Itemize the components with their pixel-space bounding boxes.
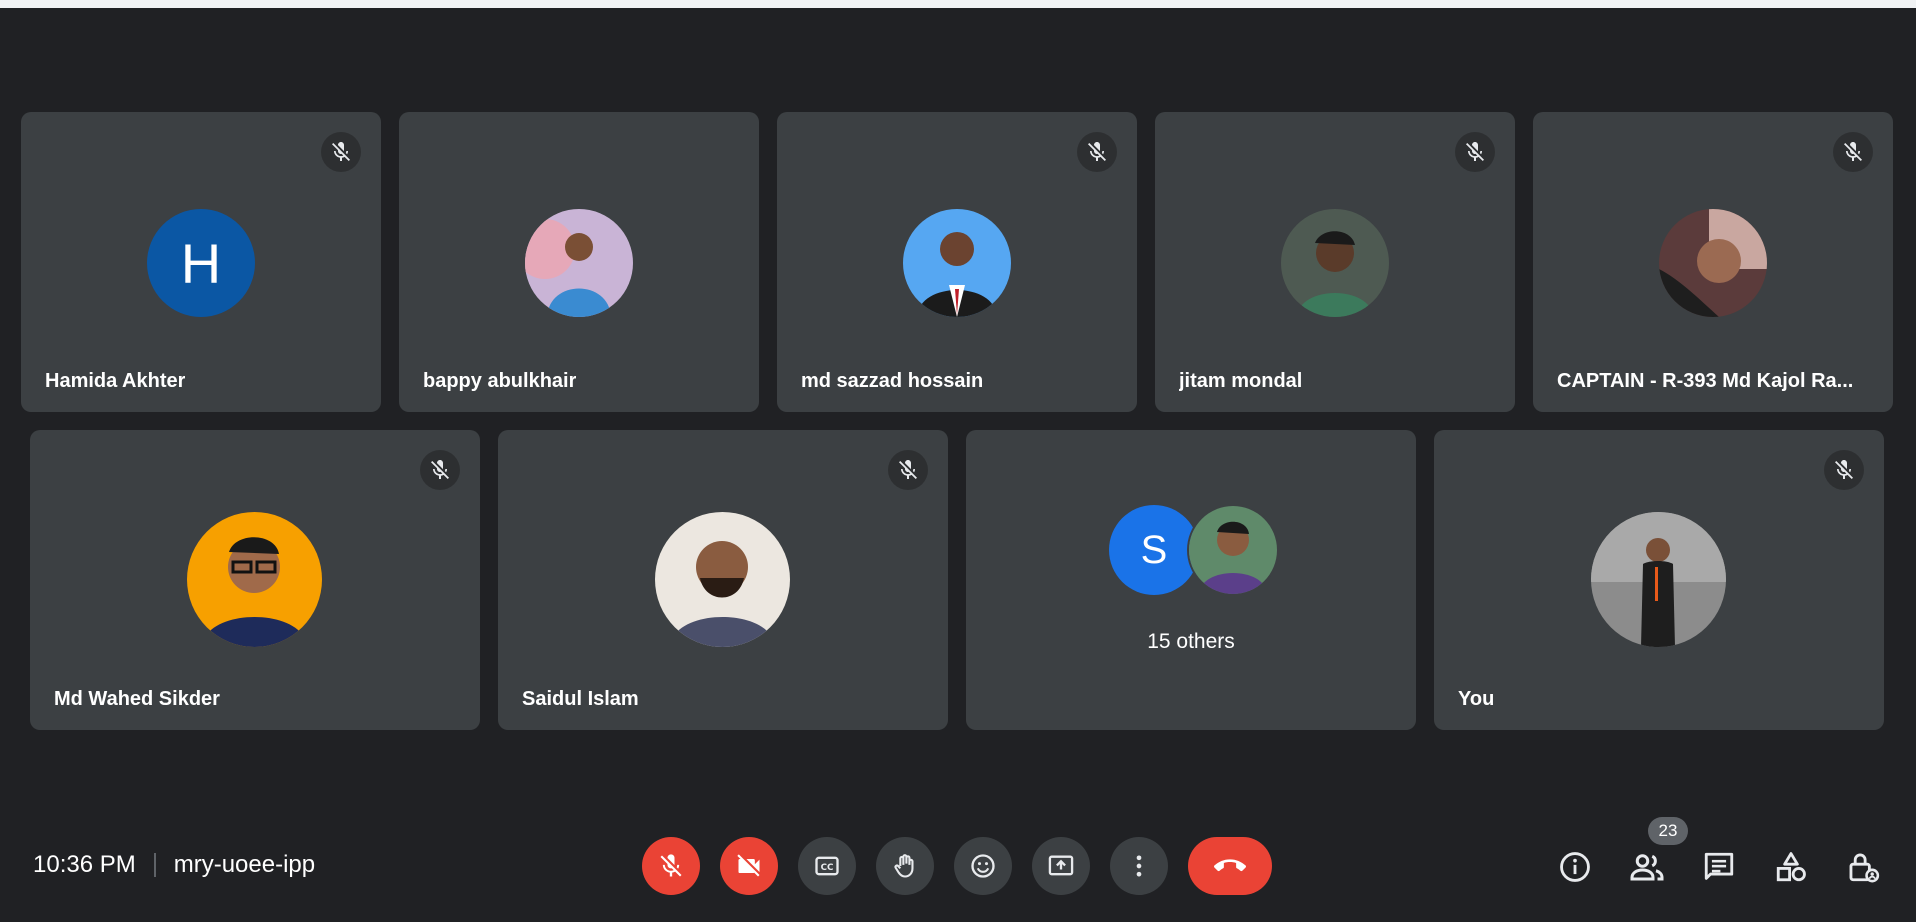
- participant-name: You: [1458, 688, 1495, 710]
- avatar: H: [147, 209, 255, 317]
- mic-muted-icon: [420, 450, 460, 490]
- host-controls-button[interactable]: [1841, 845, 1885, 889]
- present-button[interactable]: [1032, 837, 1090, 895]
- people-button[interactable]: [1625, 845, 1669, 889]
- mic-muted-icon: [1455, 132, 1495, 172]
- participant-tile[interactable]: CAPTAIN - R-393 Md Kajol Ra...: [1533, 112, 1893, 412]
- more-options-button[interactable]: [1110, 837, 1168, 895]
- meeting-details: 10:36 PM mry-uoee-ipp: [33, 848, 315, 882]
- avatar: S: [1109, 505, 1199, 595]
- meeting-code: mry-uoee-ipp: [173, 851, 316, 878]
- participant-tile-self[interactable]: You: [1434, 430, 1884, 730]
- avatar: [1591, 512, 1726, 647]
- mic-off-icon: [660, 854, 682, 877]
- activities-icon: [1776, 852, 1806, 882]
- divider: [153, 853, 156, 877]
- participant-name: jitam mondal: [1179, 370, 1303, 392]
- participant-name: Md Wahed Sikder: [54, 688, 220, 710]
- hang-up-icon: [1214, 859, 1246, 872]
- emoji-icon: [971, 854, 995, 878]
- activities-button[interactable]: [1769, 845, 1813, 889]
- participant-name: Hamida Akhter: [45, 370, 186, 392]
- camera-off-icon: [737, 854, 760, 877]
- avatar: [655, 512, 790, 647]
- browser-top-edge: [0, 0, 1916, 10]
- present-screen-icon: [1048, 855, 1074, 876]
- participant-name: Saidul Islam: [522, 688, 639, 710]
- more-options-icon: [1136, 855, 1142, 877]
- avatar: [1659, 209, 1767, 317]
- avatar: [187, 512, 322, 647]
- others-tile[interactable]: S 15 others: [966, 430, 1416, 730]
- raise-hand-button[interactable]: [876, 837, 934, 895]
- mic-muted-icon: [1077, 132, 1117, 172]
- mic-toggle-button[interactable]: [642, 837, 700, 895]
- chat-icon: [1704, 852, 1734, 880]
- people-count-badge: 23: [1648, 817, 1688, 845]
- participant-tile[interactable]: jitam mondal: [1155, 112, 1515, 412]
- others-count-label: 15 others: [1147, 630, 1235, 653]
- closed-captions-icon: CC: [815, 856, 839, 876]
- people-icon: [1630, 854, 1664, 881]
- avatar: [525, 209, 633, 317]
- participant-tile[interactable]: Md Wahed Sikder: [30, 430, 480, 730]
- mic-muted-icon: [321, 132, 361, 172]
- reactions-button[interactable]: [954, 837, 1012, 895]
- participant-name: md sazzad hossain: [801, 370, 984, 392]
- participant-tile[interactable]: bappy abulkhair: [399, 112, 759, 412]
- camera-toggle-button[interactable]: [720, 837, 778, 895]
- leave-call-button[interactable]: [1188, 837, 1272, 895]
- avatar-letter: S: [1140, 527, 1168, 572]
- participant-name: CAPTAIN - R-393 Md Kajol Ra...: [1557, 370, 1854, 392]
- participant-tile[interactable]: H Hamida Akhter: [21, 112, 381, 412]
- participant-tile[interactable]: md sazzad hossain: [777, 112, 1137, 412]
- avatar: [903, 209, 1011, 317]
- chat-button[interactable]: [1697, 845, 1741, 889]
- meeting-time: 10:36 PM: [33, 851, 136, 878]
- mic-muted-icon: [1833, 132, 1873, 172]
- mic-muted-icon: [888, 450, 928, 490]
- avatar: [1281, 209, 1389, 317]
- mic-muted-icon: [1824, 450, 1864, 490]
- participant-tile[interactable]: Saidul Islam: [498, 430, 948, 730]
- avatar: [1187, 504, 1279, 596]
- host-controls-icon: [1849, 853, 1880, 883]
- svg-text:CC: CC: [821, 863, 834, 873]
- meeting-info-button[interactable]: [1553, 845, 1597, 889]
- info-icon: [1560, 852, 1590, 882]
- captions-button[interactable]: CC: [798, 837, 856, 895]
- raise-hand-icon: [894, 854, 914, 878]
- participant-name: bappy abulkhair: [423, 370, 577, 392]
- avatar-letter: H: [180, 231, 222, 295]
